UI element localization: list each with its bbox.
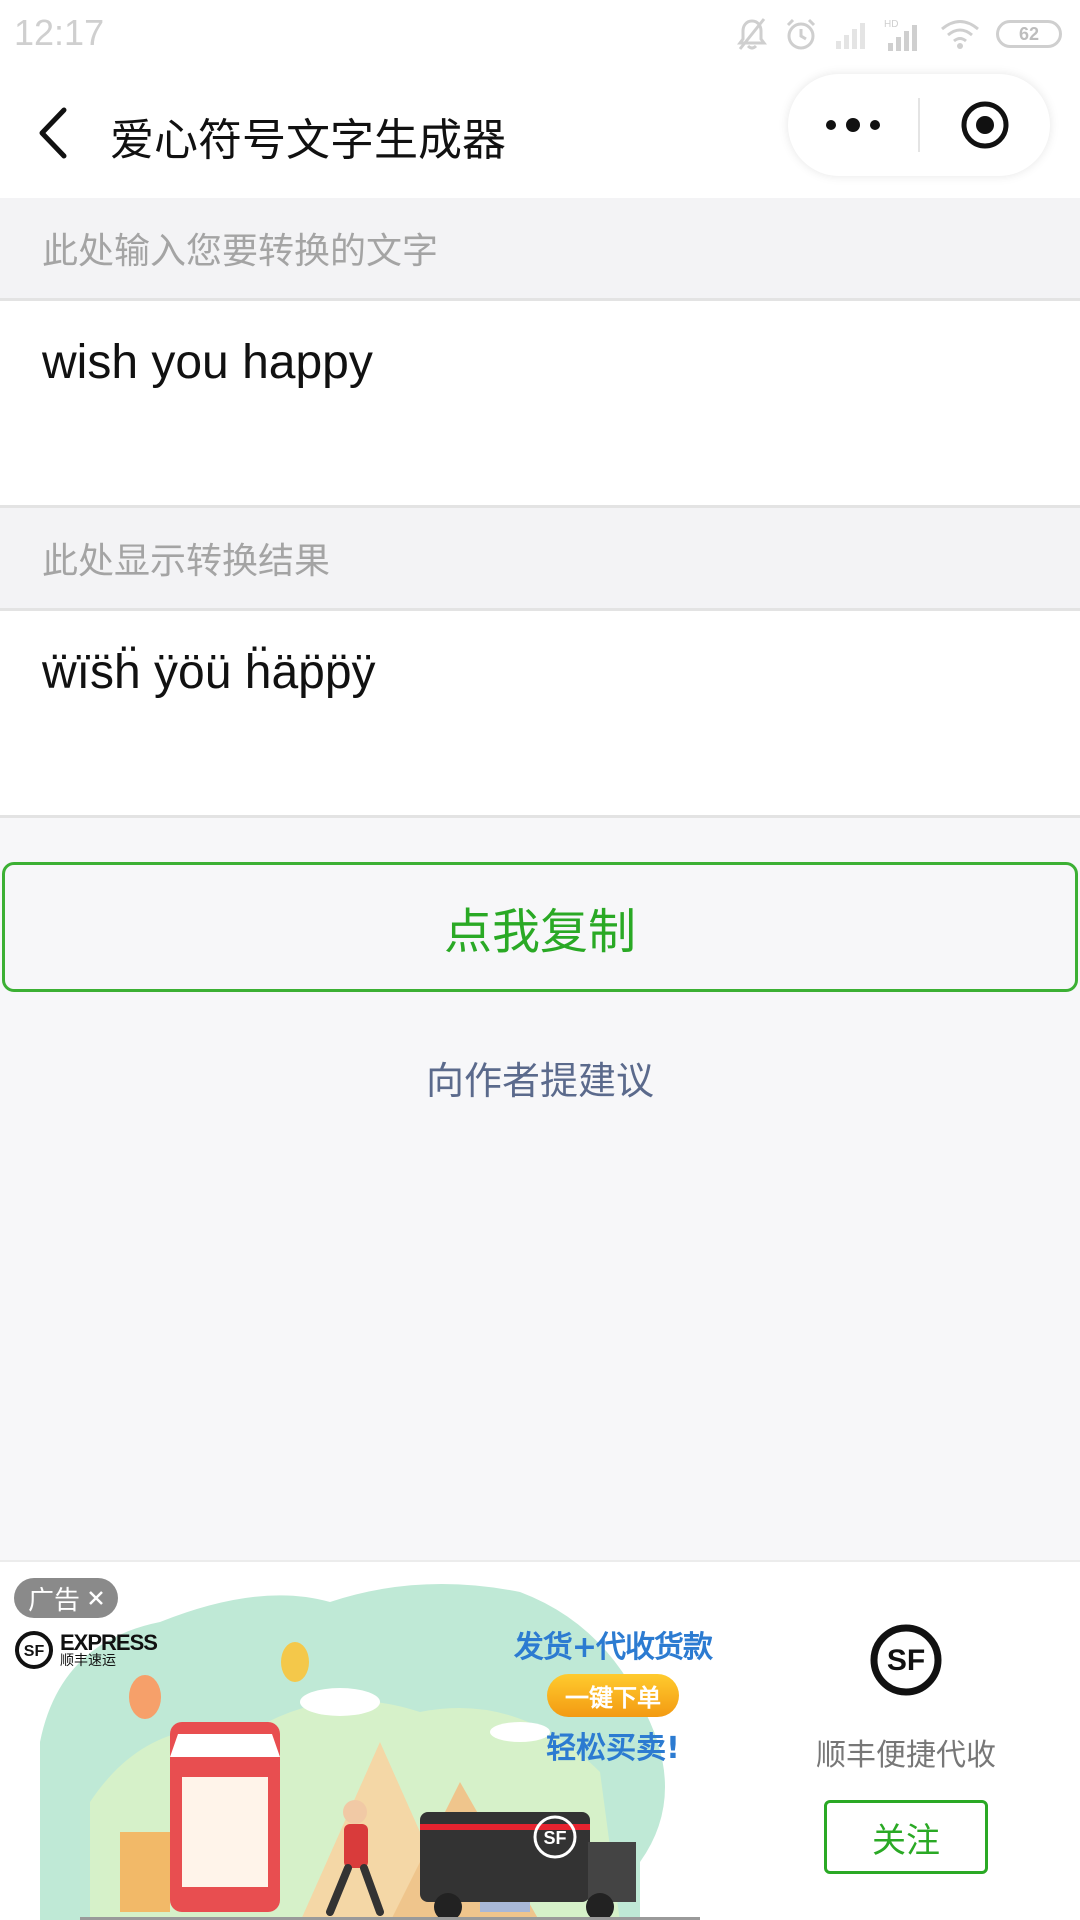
ad-advertiser-name: 顺丰便捷代收 — [816, 1738, 996, 1773]
chevron-left-icon — [39, 107, 67, 159]
sf-express-logo-icon: SF — [15, 1631, 53, 1669]
ad-advertiser: SF 顺丰便捷代收 关注 — [780, 1562, 1080, 1920]
status-time: 12:17 — [14, 12, 105, 53]
divider — [0, 815, 1080, 818]
status-bar: 12:17 HD 62 — [0, 0, 1080, 68]
text-input[interactable]: wish you happy — [0, 301, 1080, 505]
more-dots-icon — [826, 118, 880, 132]
alarm-icon — [786, 18, 816, 50]
nav-bar: 爱心符号文字生成器 — [0, 68, 1080, 198]
signal-icon — [836, 23, 865, 49]
hd-signal-icon: HD — [884, 19, 917, 51]
ad-slogan: 发货+代收货款 一键下单 轻松买卖! — [498, 1622, 728, 1767]
back-button[interactable] — [30, 102, 80, 164]
target-close-icon — [961, 101, 1009, 149]
battery-indicator: 62 — [996, 20, 1062, 48]
ad-tag-label: 广告 — [28, 1585, 81, 1616]
ad-banner[interactable]: SF 广告 SF EXPRESS 顺丰速运 发货+代收货款 一键下单 轻松买卖!… — [0, 1560, 1080, 1920]
ad-slogan-button: 一键下单 — [547, 1674, 679, 1717]
follow-button[interactable]: 关注 — [824, 1800, 988, 1874]
close-icon — [89, 1591, 103, 1605]
svg-text:HD: HD — [884, 19, 898, 30]
close-mini-program-button[interactable] — [920, 74, 1050, 176]
mini-program-capsule — [788, 74, 1050, 176]
ad-advertiser-logo: SF — [887, 1644, 925, 1677]
feedback-link[interactable]: 向作者提建议 — [0, 1050, 1080, 1105]
ad-brand-en: EXPRESS — [60, 1630, 158, 1655]
ad-brand-cn: 顺丰速运 — [60, 1653, 116, 1669]
copy-button[interactable]: 点我复制 — [2, 862, 1078, 992]
ad-slogan-line1: 发货+代收货款 — [513, 1630, 713, 1665]
status-icons: HD 62 — [736, 14, 1062, 54]
ad-close-tag[interactable]: 广告 — [14, 1578, 119, 1618]
truck-sf-logo: SF — [543, 1828, 566, 1848]
more-button[interactable] — [788, 74, 918, 176]
wifi-icon — [941, 20, 979, 49]
input-section-label: 此处输入您要转换的文字 — [0, 198, 1080, 298]
sf-logo-icon: SF — [870, 1624, 942, 1696]
mute-bell-icon — [737, 18, 767, 50]
result-section-label: 此处显示转换结果 — [0, 508, 1080, 608]
svg-text:SF: SF — [24, 1643, 45, 1660]
page-title: 爱心符号文字生成器 — [110, 115, 506, 166]
result-output[interactable]: ẅïs̈ḧ ÿöü ḧäp̈p̈ÿ — [0, 611, 1080, 815]
ad-brand: SF EXPRESS 顺丰速运 — [14, 1630, 158, 1670]
ad-slogan-line3: 轻松买卖! — [546, 1731, 680, 1766]
